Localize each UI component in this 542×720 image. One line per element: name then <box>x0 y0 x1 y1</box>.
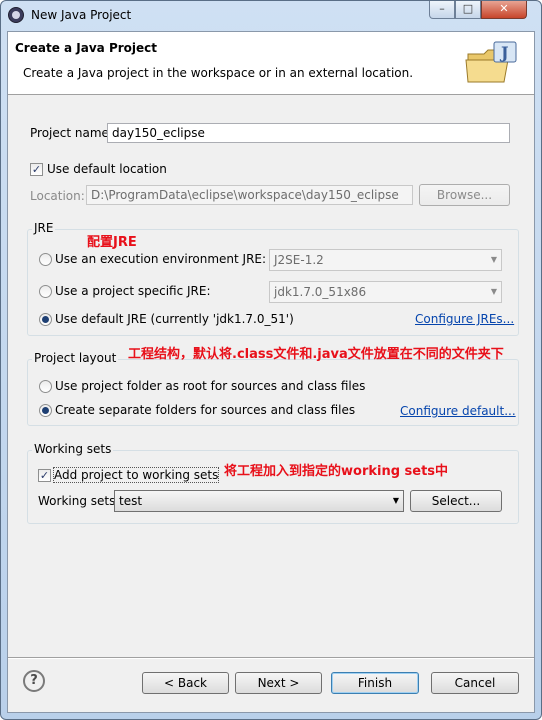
footer-separator <box>8 657 534 659</box>
project-layout-annotation: 工程结构，默认将.class文件和.java文件放置在不同的文件夹下 <box>128 347 504 362</box>
execution-environment-combo: J2SE-1.2 ▼ <box>269 249 502 271</box>
add-to-working-sets-label: Add project to working sets <box>52 467 220 483</box>
java-project-folder-icon: J <box>465 41 517 83</box>
back-button[interactable]: < Back <box>142 672 229 694</box>
jre-annotation: 配置JRE <box>87 235 137 250</box>
close-button[interactable]: ✕ <box>481 1 527 19</box>
configure-jres-link[interactable]: Configure JREs... <box>415 312 514 326</box>
project-folder-root-radio[interactable] <box>39 380 52 393</box>
browse-button: Browse... <box>419 184 510 206</box>
banner-description: Create a Java project in the workspace o… <box>23 66 414 80</box>
location-label: Location: <box>30 189 85 203</box>
jre-group-title: JRE <box>32 221 56 235</box>
separate-folders-label: Create separate folders for sources and … <box>55 403 356 417</box>
use-default-location-checkbox[interactable]: ✓ <box>30 163 43 176</box>
eclipse-icon <box>8 7 24 23</box>
default-jre-label: Use default JRE (currently 'jdk1.7.0_51'… <box>55 312 294 326</box>
execution-environment-value: J2SE-1.2 <box>274 253 324 267</box>
cancel-button[interactable]: Cancel <box>431 672 519 694</box>
chevron-down-icon: ▼ <box>490 255 497 264</box>
project-specific-jre-value: jdk1.7.0_51x86 <box>274 285 367 299</box>
add-to-working-sets-checkbox[interactable]: ✓ <box>38 469 51 482</box>
wizard-banner: Create a Java Project Create a Java proj… <box>8 32 534 95</box>
select-working-sets-button[interactable]: Select... <box>410 490 502 512</box>
next-button[interactable]: Next > <box>235 672 322 694</box>
maximize-button[interactable]: □ <box>455 1 481 19</box>
banner-title: Create a Java Project <box>15 41 158 55</box>
help-icon[interactable]: ? <box>23 670 45 692</box>
working-sets-combo[interactable]: test ▼ <box>114 490 404 512</box>
project-name-label: Project name: <box>30 126 113 140</box>
separate-folders-radio[interactable] <box>39 404 52 417</box>
project-specific-jre-combo: jdk1.7.0_51x86 ▼ <box>269 281 502 303</box>
working-sets-value: test <box>119 494 143 508</box>
chevron-down-icon: ▼ <box>392 496 399 505</box>
project-name-input[interactable]: day150_eclipse <box>107 123 510 143</box>
project-specific-jre-label: Use a project specific JRE: <box>55 284 211 298</box>
use-default-location-label: Use default location <box>47 162 167 176</box>
execution-environment-jre-label: Use an execution environment JRE: <box>55 252 267 266</box>
configure-default-link[interactable]: Configure default... <box>400 404 516 418</box>
finish-button[interactable]: Finish <box>331 672 419 694</box>
project-layout-group-title: Project layout <box>32 351 119 365</box>
project-folder-root-label: Use project folder as root for sources a… <box>55 379 366 393</box>
window-title: New Java Project <box>31 8 132 22</box>
dialog-client-area: Create a Java Project Create a Java proj… <box>7 31 535 713</box>
working-sets-group-title: Working sets <box>32 442 114 456</box>
chevron-down-icon: ▼ <box>490 287 497 296</box>
working-sets-label: Working sets: <box>38 494 120 508</box>
execution-environment-jre-radio[interactable] <box>39 253 52 266</box>
title-bar: New Java Project – □ ✕ <box>1 1 541 31</box>
new-java-project-dialog: New Java Project – □ ✕ Create a Java Pro… <box>0 0 542 720</box>
default-jre-radio[interactable] <box>39 313 52 326</box>
working-sets-annotation: 将工程加入到指定的working sets中 <box>224 464 449 479</box>
location-input: D:\ProgramData\eclipse\workspace\day150_… <box>86 185 413 205</box>
svg-text:J: J <box>499 43 509 62</box>
project-specific-jre-radio[interactable] <box>39 285 52 298</box>
minimize-button[interactable]: – <box>429 1 455 19</box>
